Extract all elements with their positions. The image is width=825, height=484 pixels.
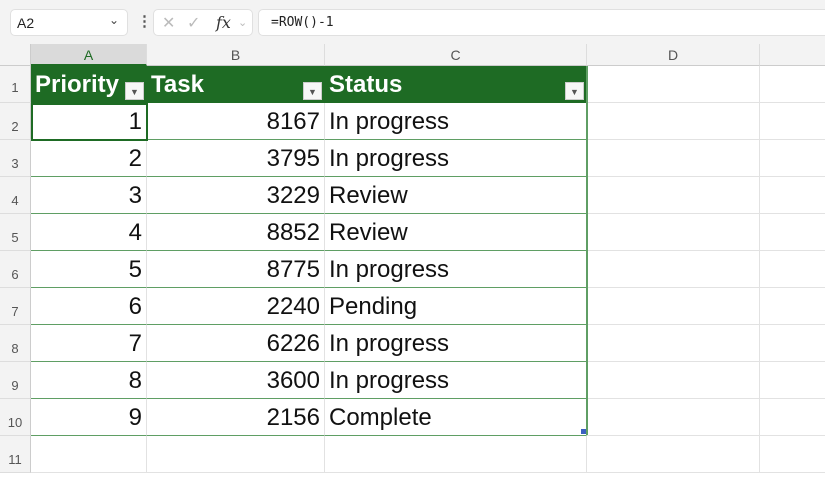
empty-cell[interactable] bbox=[760, 325, 825, 362]
empty-cell[interactable] bbox=[587, 325, 760, 362]
priority-cell[interactable]: 2 bbox=[31, 140, 147, 177]
empty-cell[interactable] bbox=[760, 399, 825, 436]
filter-dropdown-icon[interactable]: ▼ bbox=[565, 82, 584, 100]
empty-cell[interactable] bbox=[760, 436, 825, 473]
row-header-7[interactable]: 7 bbox=[0, 288, 31, 325]
priority-cell[interactable]: 8 bbox=[31, 362, 147, 399]
table-header-task[interactable]: Task ▼ bbox=[147, 66, 325, 103]
status-cell[interactable]: In progress bbox=[325, 251, 587, 288]
task-cell[interactable]: 8852 bbox=[147, 214, 325, 251]
empty-cell[interactable] bbox=[325, 436, 587, 473]
table-header-priority[interactable]: Priority ▼ bbox=[31, 66, 147, 103]
column-header-b[interactable]: B bbox=[147, 44, 325, 66]
table-right-border bbox=[586, 66, 588, 435]
empty-cell[interactable] bbox=[587, 436, 760, 473]
status-cell[interactable]: In progress bbox=[325, 103, 587, 140]
empty-cell[interactable] bbox=[760, 362, 825, 399]
column-header-a[interactable]: A bbox=[31, 44, 147, 66]
chevron-down-icon[interactable]: ⌄ bbox=[238, 16, 247, 29]
priority-cell[interactable]: 9 bbox=[31, 399, 147, 436]
header-label: Status bbox=[329, 71, 403, 98]
row-header-10[interactable]: 10 bbox=[0, 399, 31, 436]
priority-cell[interactable]: 7 bbox=[31, 325, 147, 362]
empty-cell[interactable] bbox=[760, 251, 825, 288]
column-header-d[interactable]: D bbox=[587, 44, 760, 66]
name-box[interactable]: A2 ⌄ bbox=[10, 9, 128, 36]
status-cell[interactable]: In progress bbox=[325, 140, 587, 177]
cancel-icon[interactable]: ✕ bbox=[162, 13, 175, 33]
table-resize-handle[interactable] bbox=[581, 429, 586, 434]
row-header-9[interactable]: 9 bbox=[0, 362, 31, 399]
row-header-2[interactable]: 2 bbox=[0, 103, 31, 140]
empty-cell[interactable] bbox=[760, 288, 825, 325]
row-header-11[interactable]: 11 bbox=[0, 436, 31, 473]
empty-cell[interactable] bbox=[587, 66, 760, 103]
status-cell[interactable]: Review bbox=[325, 177, 587, 214]
header-label: Task bbox=[151, 71, 204, 98]
task-cell[interactable]: 2240 bbox=[147, 288, 325, 325]
formula-buttons: ✕ ✓ fx ⌄ bbox=[153, 9, 253, 36]
row-header-6[interactable]: 6 bbox=[0, 251, 31, 288]
empty-cell[interactable] bbox=[587, 362, 760, 399]
task-cell[interactable]: 2156 bbox=[147, 399, 325, 436]
row-header-8[interactable]: 8 bbox=[0, 325, 31, 362]
formula-input[interactable]: =ROW()-1 bbox=[258, 9, 825, 36]
status-cell[interactable]: In progress bbox=[325, 325, 587, 362]
task-cell[interactable]: 3600 bbox=[147, 362, 325, 399]
priority-cell[interactable]: 3 bbox=[31, 177, 147, 214]
priority-cell[interactable]: 5 bbox=[31, 251, 147, 288]
insert-function-icon[interactable]: fx bbox=[216, 13, 231, 32]
chevron-down-icon[interactable]: ⌄ bbox=[109, 13, 119, 27]
priority-cell[interactable]: 1 bbox=[31, 103, 147, 140]
empty-cell[interactable] bbox=[760, 66, 825, 103]
priority-cell[interactable]: 4 bbox=[31, 214, 147, 251]
empty-cell[interactable] bbox=[587, 288, 760, 325]
filter-dropdown-icon[interactable]: ▼ bbox=[125, 82, 144, 100]
empty-cell[interactable] bbox=[587, 251, 760, 288]
empty-cell[interactable] bbox=[760, 140, 825, 177]
task-cell[interactable]: 3229 bbox=[147, 177, 325, 214]
empty-cell[interactable] bbox=[147, 436, 325, 473]
column-header-e[interactable] bbox=[760, 44, 825, 66]
empty-cell[interactable] bbox=[31, 436, 147, 473]
task-cell[interactable]: 3795 bbox=[147, 140, 325, 177]
empty-cell[interactable] bbox=[587, 399, 760, 436]
empty-cell[interactable] bbox=[760, 214, 825, 251]
name-box-value: A2 bbox=[17, 15, 35, 31]
status-cell[interactable]: In progress bbox=[325, 362, 587, 399]
status-cell[interactable]: Pending bbox=[325, 288, 587, 325]
priority-cell[interactable]: 6 bbox=[31, 288, 147, 325]
enter-icon[interactable]: ✓ bbox=[187, 13, 200, 33]
empty-cell[interactable] bbox=[587, 214, 760, 251]
row-header-3[interactable]: 3 bbox=[0, 140, 31, 177]
empty-cell[interactable] bbox=[587, 140, 760, 177]
row-header-1[interactable]: 1 bbox=[0, 66, 31, 103]
header-label: Priority bbox=[35, 71, 120, 98]
empty-cell[interactable] bbox=[587, 103, 760, 140]
row-header-4[interactable]: 4 bbox=[0, 177, 31, 214]
select-all-button[interactable] bbox=[0, 44, 31, 66]
more-options-icon[interactable]: ⋮ bbox=[137, 12, 152, 30]
status-cell[interactable]: Review bbox=[325, 214, 587, 251]
task-cell[interactable]: 8167 bbox=[147, 103, 325, 140]
task-cell[interactable]: 6226 bbox=[147, 325, 325, 362]
task-cell[interactable]: 8775 bbox=[147, 251, 325, 288]
status-cell[interactable]: Complete bbox=[325, 399, 587, 436]
filter-dropdown-icon[interactable]: ▼ bbox=[303, 82, 322, 100]
column-header-c[interactable]: C bbox=[325, 44, 587, 66]
empty-cell[interactable] bbox=[760, 177, 825, 214]
formula-bar-area: A2 ⌄ ⋮ ✕ ✓ fx ⌄ =ROW()-1 bbox=[0, 0, 825, 44]
empty-cell[interactable] bbox=[760, 103, 825, 140]
empty-cell[interactable] bbox=[587, 177, 760, 214]
table-header-status[interactable]: Status ▼ bbox=[325, 66, 587, 103]
row-header-5[interactable]: 5 bbox=[0, 214, 31, 251]
